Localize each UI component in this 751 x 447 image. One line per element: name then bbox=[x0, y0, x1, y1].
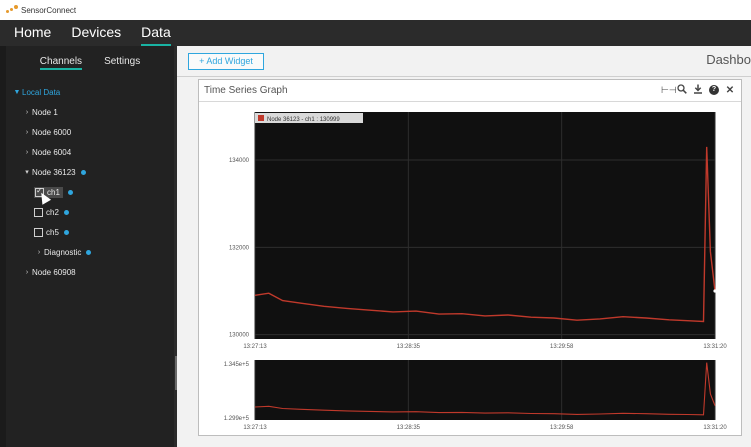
close-icon[interactable]: ✕ bbox=[725, 85, 735, 96]
x-tick-label: 13:31:20 bbox=[703, 344, 727, 350]
widget-title: Time Series Graph bbox=[204, 85, 288, 96]
tree-item-label: Local Data bbox=[22, 87, 61, 97]
title-bar: SensorConnect bbox=[0, 0, 751, 20]
tree-item-node-6000[interactable]: › Node 6000 bbox=[22, 124, 71, 140]
tree-item-label: ch5 bbox=[46, 227, 59, 237]
download-icon[interactable] bbox=[693, 84, 703, 96]
chevron-right-icon: › bbox=[25, 268, 29, 276]
zoom-icon[interactable] bbox=[677, 84, 687, 96]
tree-item-diagnostic[interactable]: › Diagnostic bbox=[34, 244, 92, 260]
x-tick-label: 13:27:13 bbox=[243, 425, 267, 431]
tree-item-node-1[interactable]: › Node 1 bbox=[22, 104, 58, 120]
add-widget-button[interactable]: + Add Widget bbox=[188, 53, 264, 70]
tree-item-channel-ch5[interactable]: ch5 bbox=[34, 224, 69, 240]
ch5-checkbox[interactable] bbox=[34, 227, 43, 237]
tree-item-label: Node 60908 bbox=[32, 267, 76, 277]
x-tick-label: 13:31:20 bbox=[703, 425, 727, 431]
tree-item-node-60908[interactable]: › Node 60908 bbox=[22, 264, 76, 280]
tab-channels[interactable]: Channels bbox=[39, 56, 83, 70]
tree-item-label: Node 36123 bbox=[32, 167, 76, 177]
chevron-right-icon: › bbox=[25, 108, 29, 116]
sidebar-tabs: Channels Settings bbox=[6, 46, 174, 76]
widget-toolbar: ⊢⊣ ? ✕ bbox=[661, 84, 735, 96]
window-title: SensorConnect bbox=[21, 5, 77, 15]
status-dot-icon bbox=[80, 169, 86, 175]
status-dot-icon bbox=[86, 249, 92, 255]
dashboard-area: + Add Widget Dashbo Time Series Graph ⊢⊣… bbox=[177, 46, 751, 447]
tree-item-label: Node 1 bbox=[32, 107, 58, 117]
tree-item-label: Node 6000 bbox=[32, 127, 72, 137]
x-tick-label: 13:28:35 bbox=[397, 425, 421, 431]
tree-item-local-data[interactable]: ▼ Local Data bbox=[12, 84, 61, 100]
chevron-right-icon: › bbox=[25, 148, 29, 156]
widget-header: Time Series Graph ⊢⊣ ? ✕ bbox=[199, 80, 741, 102]
nav-home[interactable]: Home bbox=[14, 24, 51, 42]
main-plot-background bbox=[255, 112, 715, 339]
tree-item-channel-ch2[interactable]: ch2 bbox=[34, 204, 69, 220]
x-tick-label: 13:29:58 bbox=[550, 425, 574, 431]
chevron-right-icon: › bbox=[37, 248, 41, 256]
x-tick-label: 13:28:35 bbox=[397, 344, 421, 350]
main-y-tick-labels: 130000 132000 134000 bbox=[229, 158, 250, 339]
chevron-down-icon: ▾ bbox=[25, 169, 29, 176]
status-dot-icon bbox=[63, 209, 69, 215]
time-series-widget: Time Series Graph ⊢⊣ ? ✕ 130000 132000 1… bbox=[198, 79, 742, 436]
chevron-down-icon: ▼ bbox=[13, 88, 21, 96]
sidebar: Channels Settings ▼ Local Data › Node 1 … bbox=[6, 46, 174, 447]
range-icon[interactable]: ⊢⊣ bbox=[661, 85, 677, 96]
status-dot-icon bbox=[67, 189, 73, 195]
y-tick-label: 134000 bbox=[229, 158, 250, 164]
nav-data[interactable]: Data bbox=[141, 24, 171, 46]
navigator-plot[interactable]: 1.345e+5 1.299e+5 13:27:13 13:28:35 13:29:… bbox=[224, 360, 728, 431]
navigator-y-tick-label: 1.345e+5 bbox=[224, 362, 250, 368]
legend-label: Node 36123 - ch1 : 130999 bbox=[267, 117, 340, 123]
x-tick-label: 13:29:58 bbox=[550, 344, 574, 350]
ch2-checkbox[interactable] bbox=[34, 207, 43, 217]
sensorconnect-window: SensorConnect Home Devices Data Channels… bbox=[0, 0, 751, 447]
x-tick-label: 13:27:13 bbox=[243, 344, 267, 350]
navigator-x-tick-labels: 13:27:13 13:28:35 13:29:58 13:31:20 bbox=[243, 425, 727, 431]
tree-item-label: Node 6004 bbox=[32, 147, 72, 157]
time-series-chart: 130000 132000 134000 13:27:13 13:28:35 13:29… bbox=[224, 112, 728, 431]
chevron-right-icon: › bbox=[25, 128, 29, 136]
dashboard-title: Dashbo bbox=[706, 52, 751, 67]
main-plot[interactable]: 130000 132000 134000 13:27:13 13:28:35 13:29… bbox=[229, 112, 727, 350]
tree-item-label: ch2 bbox=[46, 207, 59, 217]
status-dot-icon bbox=[63, 229, 69, 235]
tab-settings[interactable]: Settings bbox=[104, 56, 140, 67]
divider bbox=[177, 76, 751, 77]
tree-item-label: Diagnostic bbox=[44, 247, 82, 257]
y-tick-label: 132000 bbox=[229, 245, 250, 251]
navigator-y-tick-label: 1.299e+5 bbox=[224, 416, 250, 422]
info-icon[interactable]: ? bbox=[709, 85, 719, 95]
chart-legend: Node 36123 - ch1 : 130999 bbox=[255, 113, 363, 123]
nav-devices[interactable]: Devices bbox=[71, 24, 121, 42]
tree-item-node-36123[interactable]: ▾ Node 36123 bbox=[22, 164, 86, 180]
legend-swatch bbox=[258, 115, 264, 121]
y-tick-label: 130000 bbox=[229, 333, 250, 339]
top-navigation: Home Devices Data bbox=[0, 20, 751, 46]
main-x-tick-labels: 13:27:13 13:28:35 13:29:58 13:31:20 bbox=[243, 344, 727, 350]
tree-item-node-6004[interactable]: › Node 6004 bbox=[22, 144, 71, 160]
last-point-marker bbox=[713, 289, 717, 293]
navigator-background bbox=[255, 360, 715, 420]
sensorconnect-logo-icon bbox=[6, 5, 18, 15]
